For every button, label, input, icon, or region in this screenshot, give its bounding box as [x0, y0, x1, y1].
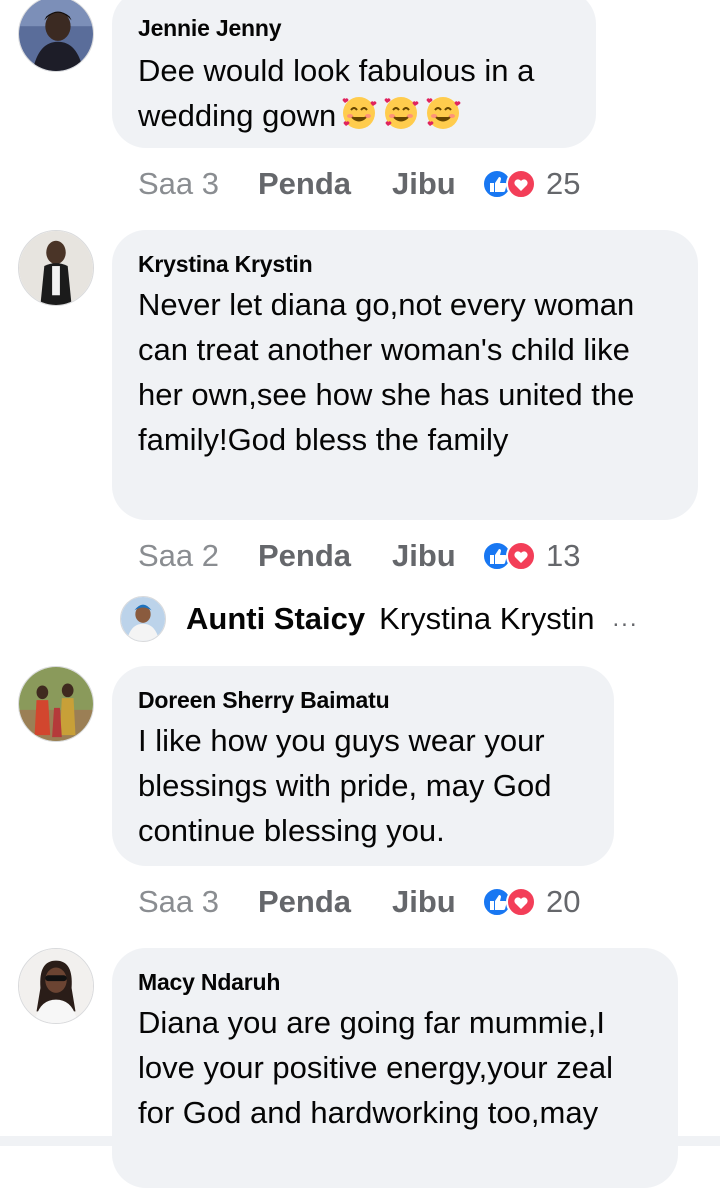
love-reaction-icon	[506, 887, 536, 917]
comment-text: I like how you guys wear your blessings …	[138, 723, 552, 848]
reply-button[interactable]: Jibu	[392, 884, 482, 920]
comment-actions: Saa 3 Penda Jibu 20	[138, 882, 580, 922]
comment-timestamp[interactable]: Saa 2	[138, 538, 258, 574]
avatar[interactable]	[18, 948, 94, 1024]
smiling-face-with-hearts-emoji	[426, 97, 461, 129]
comment-text: Diana you are going far mummie,I love yo…	[138, 1005, 614, 1130]
emoji-group	[336, 97, 462, 133]
smiling-face-with-hearts-emoji	[342, 97, 377, 129]
love-reaction-icon	[506, 169, 536, 199]
comment-timestamp[interactable]: Saa 3	[138, 884, 258, 920]
reply-author: Aunti Staicy	[186, 601, 366, 636]
reply-more: ...	[612, 605, 639, 632]
reply-button[interactable]: Jibu	[392, 538, 482, 574]
comment-author[interactable]: Macy Ndaruh	[138, 968, 652, 996]
reply-button[interactable]: Jibu	[392, 166, 482, 202]
reaction-count: 25	[546, 166, 581, 201]
comment-author[interactable]: Jennie Jenny	[138, 14, 570, 42]
divider	[0, 1136, 720, 1146]
reaction-summary[interactable]: 20	[482, 884, 580, 920]
comment-bubble: Jennie Jenny Dee would look fabulous in …	[112, 0, 596, 148]
love-reaction-icon	[506, 541, 536, 571]
comment-author[interactable]: Krystina Krystin	[138, 250, 672, 278]
comment-actions: Saa 2 Penda Jibu 13	[138, 536, 580, 576]
reply-text: Krystina Krystin	[379, 601, 595, 636]
reaction-count: 20	[546, 884, 581, 919]
reply-preview[interactable]: Aunti Staicy Krystina Krystin ...	[120, 591, 639, 647]
comment-bubble: Krystina Krystin Never let diana go,not …	[112, 230, 698, 520]
comment-author[interactable]: Doreen Sherry Baimatu	[138, 686, 588, 714]
like-button[interactable]: Penda	[258, 166, 392, 202]
reply-avatar	[120, 596, 166, 642]
smiling-face-with-hearts-emoji	[384, 97, 419, 129]
comment-bubble: Macy Ndaruh Diana you are going far mumm…	[112, 948, 678, 1188]
comment-text: Dee would look fabulous in a wedding gow…	[138, 53, 535, 133]
reaction-summary[interactable]: 13	[482, 538, 580, 574]
reaction-summary[interactable]: 25	[482, 166, 580, 202]
avatar[interactable]	[18, 230, 94, 306]
avatar[interactable]	[18, 0, 94, 72]
comment-timestamp[interactable]: Saa 3	[138, 166, 258, 202]
reaction-count: 13	[546, 538, 581, 573]
avatar[interactable]	[18, 666, 94, 742]
like-button[interactable]: Penda	[258, 884, 392, 920]
like-button[interactable]: Penda	[258, 538, 392, 574]
comment-text: Never let diana go,not every woman can t…	[138, 287, 635, 457]
comment-actions: Saa 3 Penda Jibu 25	[138, 164, 580, 204]
comment-bubble: Doreen Sherry Baimatu I like how you guy…	[112, 666, 614, 866]
